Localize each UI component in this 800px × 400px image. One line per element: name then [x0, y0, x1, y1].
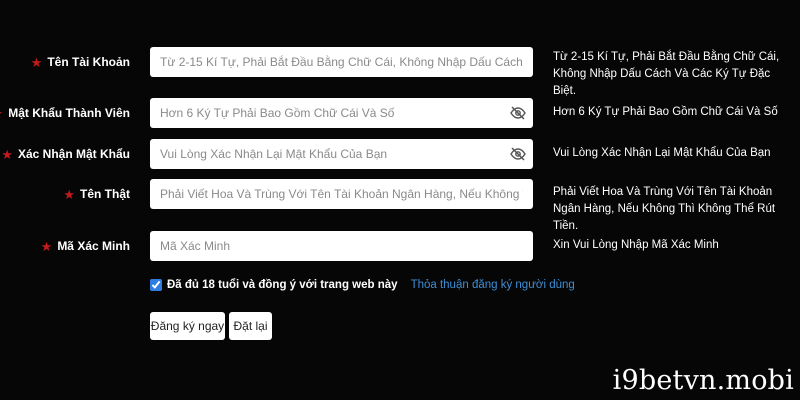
username-label-wrap: ★ Tên Tài Khoản: [31, 47, 130, 77]
required-star-icon: ★: [0, 107, 3, 120]
form-row-confirm-password: ★ Xác Nhận Mật Khẩu Vui Lòng Xác Nhận Lạ…: [0, 139, 800, 169]
agree-checkbox[interactable]: [150, 279, 162, 291]
username-input[interactable]: [150, 47, 533, 77]
confirm-password-label-wrap: ★ Xác Nhận Mật Khẩu: [1, 139, 130, 169]
agreement-row: Đã đủ 18 tuổi và đồng ý với trang web nà…: [150, 277, 575, 293]
required-star-icon: ★: [40, 238, 53, 254]
username-field-box: [150, 47, 533, 77]
real-name-hint: Phải Viết Hoa Và Trùng Với Tên Tài Khoản…: [553, 186, 776, 232]
password-label: Mật Khẩu Thành Viên: [8, 106, 130, 120]
form-row-real-name: ★ Tên Thật Phải Viết Hoa Và Trùng Với Tê…: [0, 179, 800, 232]
confirm-password-hint: Vui Lòng Xác Nhận Lại Mật Khẩu Của Bạn: [553, 147, 771, 159]
form-row-password: ★ Mật Khẩu Thành Viên Hơn 6 Ký Tự Phải B…: [0, 98, 800, 128]
verification-label: Mã Xác Minh: [57, 239, 130, 253]
required-star-icon: ★: [1, 146, 13, 162]
form-row-verification-code: ★ Mã Xác Minh Xin Vui Lòng Nhập Mã Xác M…: [0, 231, 800, 261]
form-row-username: ★ Tên Tài Khoản Từ 2-15 Kí Tự, Phải Bắt …: [0, 47, 800, 97]
password-label-wrap: ★ Mật Khẩu Thành Viên: [0, 98, 130, 128]
password-input[interactable]: [150, 98, 533, 128]
real-name-input[interactable]: [150, 179, 533, 209]
agree-text[interactable]: Đã đủ 18 tuổi và đồng ý với trang web nà…: [167, 279, 398, 291]
required-star-icon: ★: [63, 186, 75, 202]
required-star-icon: ★: [30, 54, 43, 70]
user-agreement-link[interactable]: Thỏa thuận đăng ký người dùng: [411, 279, 575, 291]
confirm-password-input[interactable]: [150, 139, 533, 169]
confirm-password-label: Xác Nhận Mật Khẩu: [17, 147, 130, 161]
username-hint: Từ 2-15 Kí Tự, Phải Bắt Đầu Bằng Chữ Cái…: [553, 51, 780, 97]
username-label: Tên Tài Khoản: [47, 55, 130, 69]
real-name-label: Tên Thật: [80, 187, 130, 201]
real-name-label-wrap: ★ Tên Thật: [63, 179, 130, 209]
verification-label-wrap: ★ Mã Xác Minh: [41, 231, 130, 261]
watermark: i9betvn.mobi: [612, 365, 794, 396]
eye-slash-icon[interactable]: [509, 104, 527, 122]
confirm-password-field-box: [150, 139, 533, 169]
password-field-box: [150, 98, 533, 128]
password-hint: Hơn 6 Ký Tự Phải Bao Gồm Chữ Cái Và Số: [553, 106, 778, 118]
register-now-button[interactable]: Đăng ký ngay: [150, 312, 225, 340]
real-name-field-box: [150, 179, 533, 209]
verification-hint: Xin Vui Lòng Nhập Mã Xác Minh: [553, 239, 719, 251]
verification-code-input[interactable]: [150, 231, 533, 261]
verification-field-box: [150, 231, 533, 261]
eye-slash-icon[interactable]: [509, 145, 527, 163]
reset-button[interactable]: Đặt lại: [229, 312, 272, 340]
